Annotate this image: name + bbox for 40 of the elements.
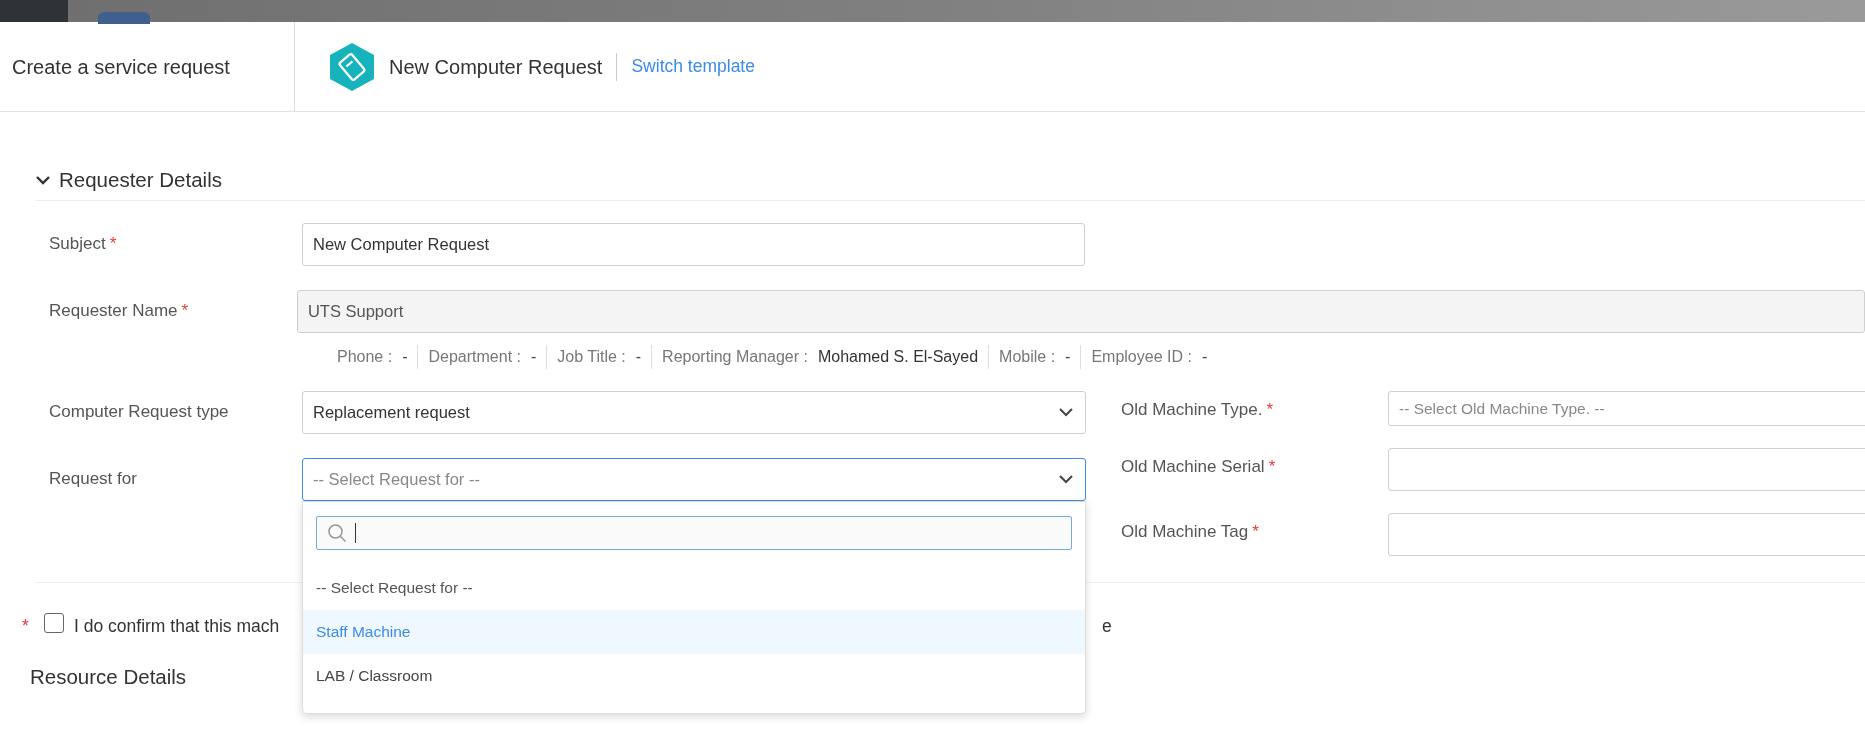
confirm-text: I do confirm that this mach — [74, 615, 280, 639]
select-field[interactable]: Replacement request — [302, 390, 1086, 434]
info-label: Department : — [428, 346, 521, 367]
info-value: - — [1201, 346, 1208, 367]
select-field[interactable]: -- Select Old Machine Type. -- — [1388, 390, 1865, 426]
checkbox[interactable] — [44, 612, 64, 633]
select-field[interactable]: -- Select Request for -- — [302, 457, 1086, 501]
field-label: Request for — [48, 467, 138, 490]
field-label: Subject * — [48, 232, 118, 255]
ticket-icon — [329, 41, 375, 92]
input-field[interactable]: New Computer Request — [302, 222, 1085, 266]
confirm-text: e — [1102, 615, 1113, 639]
page-title: Create a service request — [0, 22, 295, 111]
field-label: Computer Request type — [48, 400, 230, 423]
info-label: Phone : — [337, 346, 393, 367]
required-mark: * — [22, 615, 30, 639]
info-value: - — [1065, 346, 1071, 367]
field-label: Old Machine Tag * — [1121, 520, 1260, 543]
info-label: Job Title : — [557, 346, 626, 367]
info-label: Mobile : — [999, 346, 1056, 367]
info-label: Employee ID : — [1091, 346, 1192, 367]
dropdown-option[interactable]: LAB / Classroom — [303, 653, 1085, 698]
search-field[interactable] — [316, 515, 1072, 550]
section-title: Resource Details — [30, 664, 187, 690]
info-value: - — [530, 346, 537, 367]
info-value: - — [635, 346, 642, 367]
info-value: - — [402, 346, 408, 367]
input-field[interactable] — [1388, 447, 1865, 491]
dropdown-option[interactable]: -- Select Request for -- — [303, 565, 1085, 610]
field-label: Old Machine Type. * — [1121, 398, 1275, 421]
template-name: New Computer Request — [389, 52, 618, 81]
field-label: Requester Name * — [48, 299, 190, 322]
field-label: Old Machine Serial * — [1121, 455, 1277, 478]
text-cursor — [355, 522, 356, 543]
input-field[interactable] — [1388, 512, 1865, 556]
switch-template-link[interactable]: Switch template — [631, 53, 755, 80]
info-value: Mohamed S. El-Sayed — [817, 346, 979, 367]
info-label: Reporting Manager : — [662, 346, 808, 367]
section-title: Requester Details — [59, 167, 222, 193]
search-icon — [327, 522, 347, 543]
